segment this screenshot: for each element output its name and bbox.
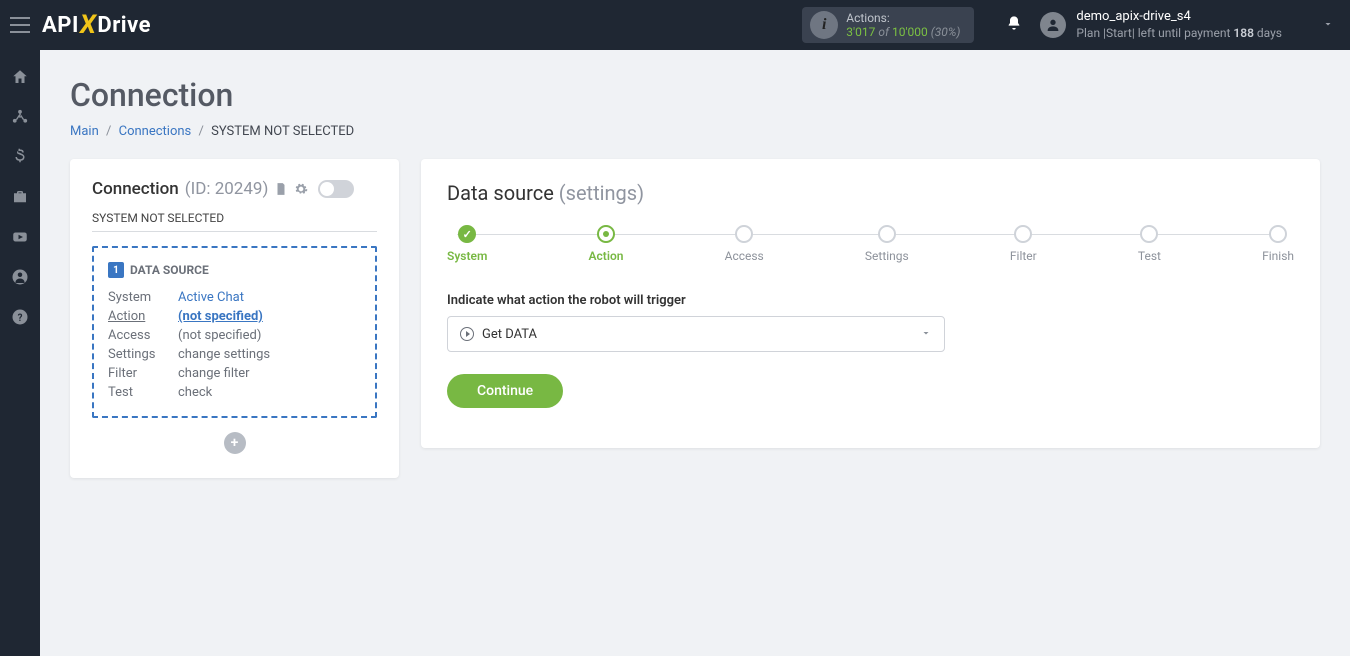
- page-title: Connection: [70, 76, 1320, 114]
- user-plan: Plan |Start| left until payment 188 days: [1076, 26, 1282, 42]
- row-access-val[interactable]: (not specified): [178, 328, 361, 343]
- connections-icon[interactable]: [11, 108, 29, 126]
- step-system[interactable]: System: [447, 225, 487, 263]
- action-select[interactable]: Get DATA: [447, 316, 945, 352]
- step-finish[interactable]: Finish: [1262, 225, 1294, 263]
- help-icon[interactable]: ?: [11, 308, 29, 326]
- data-source-grid: System Active Chat Action (not specified…: [108, 290, 361, 400]
- row-filter-key: Filter: [108, 366, 178, 381]
- step-indicator: System Action Access Settings Filter Tes…: [447, 225, 1294, 263]
- row-settings-val[interactable]: change settings: [178, 347, 361, 362]
- data-source-badge: 1: [108, 262, 124, 278]
- step-test[interactable]: Test: [1138, 225, 1161, 263]
- connection-header: Connection (ID: 20249): [92, 179, 377, 199]
- billing-icon[interactable]: [11, 148, 29, 166]
- info-icon: i: [810, 11, 838, 39]
- user-name: demo_apix-drive_s4: [1076, 9, 1282, 26]
- row-system-key: System: [108, 290, 178, 305]
- play-icon: [460, 327, 474, 341]
- step-access[interactable]: Access: [725, 225, 764, 263]
- data-source-title: 1 DATA SOURCE: [108, 262, 361, 278]
- user-block[interactable]: demo_apix-drive_s4 Plan |Start| left unt…: [1076, 9, 1282, 41]
- settings-title: Data source (settings): [447, 181, 1294, 205]
- avatar-icon[interactable]: [1040, 12, 1066, 38]
- document-icon[interactable]: [274, 182, 288, 196]
- connection-summary-card: Connection (ID: 20249) SYSTEM NOT SELECT…: [70, 159, 399, 478]
- action-select-value: Get DATA: [482, 327, 537, 342]
- gear-icon[interactable]: [294, 182, 308, 196]
- video-icon[interactable]: [11, 228, 29, 246]
- bell-icon[interactable]: [1006, 15, 1022, 35]
- connection-id: (ID: 20249): [185, 179, 269, 199]
- top-bar: API X Drive i Actions: 3'017 of 10'000 (…: [0, 0, 1350, 50]
- connection-toggle[interactable]: [318, 180, 354, 198]
- hamburger-icon[interactable]: [10, 17, 30, 33]
- breadcrumb-connections[interactable]: Connections: [119, 124, 192, 139]
- logo-text-x: X: [80, 10, 97, 40]
- row-test-val[interactable]: check: [178, 385, 361, 400]
- home-icon[interactable]: [11, 68, 29, 86]
- row-filter-val[interactable]: change filter: [178, 366, 361, 381]
- chevron-down-icon: [920, 327, 932, 342]
- left-sidebar: ?: [0, 50, 40, 656]
- row-test-key: Test: [108, 385, 178, 400]
- connection-system-not-selected: SYSTEM NOT SELECTED: [92, 211, 377, 232]
- actions-values: 3'017 of 10'000 (30%): [846, 25, 960, 39]
- row-access-key: Access: [108, 328, 178, 343]
- logo-text-drive: Drive: [97, 13, 151, 38]
- row-system-val[interactable]: Active Chat: [178, 290, 361, 305]
- step-settings[interactable]: Settings: [865, 225, 909, 263]
- data-source-box[interactable]: 1 DATA SOURCE System Active Chat Action …: [92, 246, 377, 418]
- logo-text-api: API: [42, 13, 79, 38]
- connection-label: Connection: [92, 179, 179, 199]
- row-action-val[interactable]: (not specified): [178, 309, 361, 324]
- data-source-settings-card: Data source (settings) System Action Acc…: [421, 159, 1320, 448]
- step-action[interactable]: Action: [589, 225, 624, 263]
- row-action-key: Action: [108, 309, 178, 324]
- chevron-down-icon[interactable]: [1282, 18, 1334, 33]
- step-filter[interactable]: Filter: [1010, 225, 1037, 263]
- breadcrumb-main[interactable]: Main: [70, 124, 99, 139]
- action-select-label: Indicate what action the robot will trig…: [447, 293, 1294, 308]
- logo[interactable]: API X Drive: [42, 10, 151, 40]
- actions-label: Actions:: [846, 11, 960, 25]
- briefcase-icon[interactable]: [11, 188, 29, 206]
- breadcrumb-current: SYSTEM NOT SELECTED: [211, 124, 354, 139]
- row-settings-key: Settings: [108, 347, 178, 362]
- actions-counter[interactable]: i Actions: 3'017 of 10'000 (30%): [802, 7, 974, 43]
- main-content: Connection Main / Connections / SYSTEM N…: [40, 50, 1350, 656]
- account-icon[interactable]: [11, 268, 29, 286]
- breadcrumb: Main / Connections / SYSTEM NOT SELECTED: [70, 124, 1320, 139]
- continue-button[interactable]: Continue: [447, 374, 563, 408]
- add-data-destination-button[interactable]: +: [224, 432, 246, 454]
- svg-text:?: ?: [18, 313, 23, 324]
